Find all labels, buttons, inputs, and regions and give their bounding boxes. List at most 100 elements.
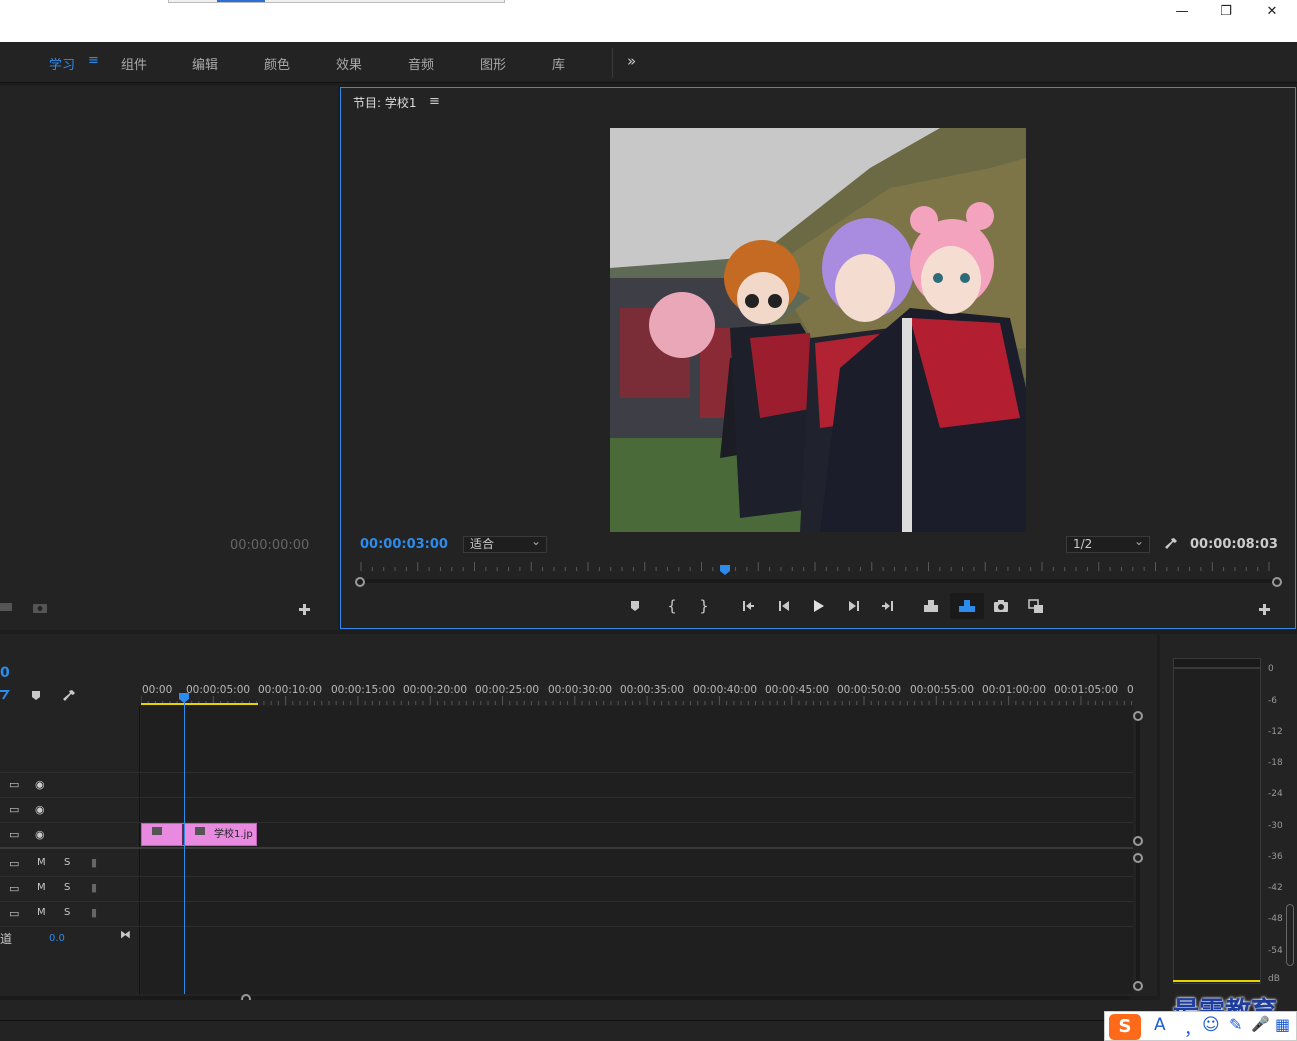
- toggle-sync-lock-icon[interactable]: ▭: [9, 857, 19, 870]
- eye-icon[interactable]: ◉: [35, 803, 45, 816]
- scroll-handle[interactable]: [1133, 853, 1143, 863]
- go-to-end-icon[interactable]: ⧓: [120, 928, 131, 941]
- ime-voice-icon[interactable]: 🎤: [1251, 1015, 1270, 1033]
- ime-toolbar[interactable]: S A ， ☺ ✎ 🎤 ▦: [1104, 1011, 1297, 1041]
- go-to-in-icon[interactable]: [738, 596, 758, 616]
- status-divider: [0, 1020, 1297, 1021]
- db-label: -12: [1268, 727, 1283, 737]
- extract-icon: [959, 600, 975, 612]
- master-track-label: 道: [0, 932, 13, 946]
- export-frame-icon[interactable]: [991, 596, 1011, 616]
- toggle-sync-lock-icon[interactable]: ▭: [9, 907, 19, 920]
- microphone-icon[interactable]: ▮: [91, 881, 97, 894]
- track-divider: [0, 926, 1133, 927]
- video-clip[interactable]: 学校1.jp: [141, 823, 257, 846]
- db-label: -36: [1268, 852, 1283, 862]
- go-to-out-icon[interactable]: [878, 596, 898, 616]
- source-panel: 00:00:00:00: [0, 86, 338, 630]
- work-area-bar[interactable]: [141, 703, 258, 705]
- scroll-handle[interactable]: [1133, 981, 1143, 991]
- add-button-icon[interactable]: [299, 604, 310, 615]
- extract-button[interactable]: [950, 593, 984, 619]
- mute-button[interactable]: M: [37, 857, 46, 868]
- mute-button[interactable]: M: [37, 882, 46, 893]
- track-divider: [0, 772, 1133, 773]
- track-area[interactable]: [141, 706, 1133, 994]
- ime-emoji-icon[interactable]: ☺: [1202, 1015, 1220, 1035]
- ime-logo[interactable]: S: [1109, 1014, 1141, 1040]
- minimize-button[interactable]: —: [1162, 2, 1202, 22]
- current-timecode[interactable]: 00:00:03:00: [360, 537, 448, 552]
- play-icon[interactable]: [808, 596, 828, 616]
- tab-assembly[interactable]: 组件: [121, 54, 147, 73]
- program-monitor: 节目: 学校1 ≡ 00:00:03:00 适合 ⌄ 1/2 ⌄ 00:00:0…: [340, 87, 1296, 629]
- timeline-playhead-head[interactable]: [179, 692, 189, 703]
- toggle-sync-lock-icon[interactable]: ▭: [9, 803, 19, 816]
- scroll-handle[interactable]: [1133, 711, 1143, 721]
- toggle-sync-lock-icon[interactable]: ▭: [9, 828, 19, 841]
- mute-button[interactable]: M: [37, 907, 46, 918]
- toggle-sync-lock-icon[interactable]: ▭: [9, 778, 19, 791]
- eye-icon[interactable]: ◉: [35, 828, 45, 841]
- solo-button[interactable]: S: [64, 882, 70, 893]
- mark-out-icon[interactable]: }: [694, 596, 714, 616]
- zoom-scrollbar[interactable]: [359, 579, 1275, 583]
- step-forward-icon[interactable]: [844, 596, 864, 616]
- status-bar: [0, 1000, 1297, 1041]
- camera-icon[interactable]: [33, 602, 47, 613]
- export-frame-icon[interactable]: [0, 601, 14, 613]
- tab-effects[interactable]: 效果: [336, 54, 362, 73]
- video-frame[interactable]: [610, 128, 1026, 532]
- audio-track-scrollbar[interactable]: [1136, 860, 1140, 984]
- db-label: -24: [1268, 789, 1283, 799]
- microphone-icon[interactable]: ▮: [91, 856, 97, 869]
- snap-icon[interactable]: [0, 689, 10, 701]
- ime-lang-icon[interactable]: A: [1154, 1015, 1166, 1035]
- comparison-view-icon[interactable]: [1026, 596, 1046, 616]
- step-back-icon[interactable]: [774, 596, 794, 616]
- toggle-sync-lock-icon[interactable]: ▭: [9, 882, 19, 895]
- track-divider: [0, 876, 1133, 877]
- playhead[interactable]: [719, 564, 730, 575]
- tab-learn[interactable]: 学习: [49, 54, 75, 73]
- track-divider: [0, 847, 1133, 849]
- workspace-bar: 学习 ≡ 组件 编辑 颜色 效果 音频 图形 库 »: [0, 42, 1297, 83]
- zoom-level-select[interactable]: 适合: [463, 534, 547, 553]
- master-volume-value[interactable]: 0.0: [49, 933, 65, 944]
- restore-button[interactable]: ❐: [1206, 2, 1246, 22]
- time-ruler[interactable]: [353, 560, 1281, 571]
- mark-in-icon[interactable]: {: [662, 596, 682, 616]
- zoom-handle-right[interactable]: [1272, 577, 1282, 587]
- solo-button[interactable]: S: [64, 907, 70, 918]
- ime-toolbox-icon[interactable]: ▦: [1275, 1015, 1290, 1034]
- microphone-icon[interactable]: ▮: [91, 906, 97, 919]
- scroll-handle[interactable]: [1133, 836, 1143, 846]
- meter-scroll[interactable]: [1286, 904, 1294, 966]
- eye-icon[interactable]: ◉: [35, 778, 45, 791]
- tab-libraries[interactable]: 库: [552, 54, 565, 73]
- add-marker-icon[interactable]: [625, 596, 645, 616]
- ime-handwrite-icon[interactable]: ✎: [1229, 1015, 1242, 1034]
- marker-icon[interactable]: [30, 690, 42, 702]
- playback-resolution-select[interactable]: 1/2: [1066, 534, 1150, 553]
- timeline-timecode[interactable]: 0: [0, 665, 10, 681]
- video-track-scrollbar[interactable]: [1136, 717, 1140, 841]
- db-label: -42: [1268, 883, 1283, 893]
- close-button[interactable]: ✕: [1252, 2, 1292, 22]
- more-workspaces-icon[interactable]: »: [627, 52, 636, 70]
- wrench-icon[interactable]: [1164, 537, 1178, 551]
- tab-graphics[interactable]: 图形: [480, 54, 506, 73]
- lift-icon[interactable]: [921, 596, 941, 616]
- hamburger-icon[interactable]: ≡: [88, 53, 99, 68]
- tab-color[interactable]: 颜色: [264, 54, 290, 73]
- zoom-handle-left[interactable]: [355, 577, 365, 587]
- timeline-settings-icon[interactable]: [62, 689, 76, 703]
- panel-menu-icon[interactable]: ≡: [429, 94, 440, 109]
- tab-editing[interactable]: 编辑: [192, 54, 218, 73]
- tab-audio[interactable]: 音频: [408, 54, 434, 73]
- clip-indicator: [1173, 658, 1261, 668]
- timeline-ruler-ticks[interactable]: [141, 693, 1133, 705]
- button-editor-icon[interactable]: [1259, 604, 1270, 615]
- solo-button[interactable]: S: [64, 857, 70, 868]
- ime-punct-icon[interactable]: ，: [1184, 1015, 1201, 1040]
